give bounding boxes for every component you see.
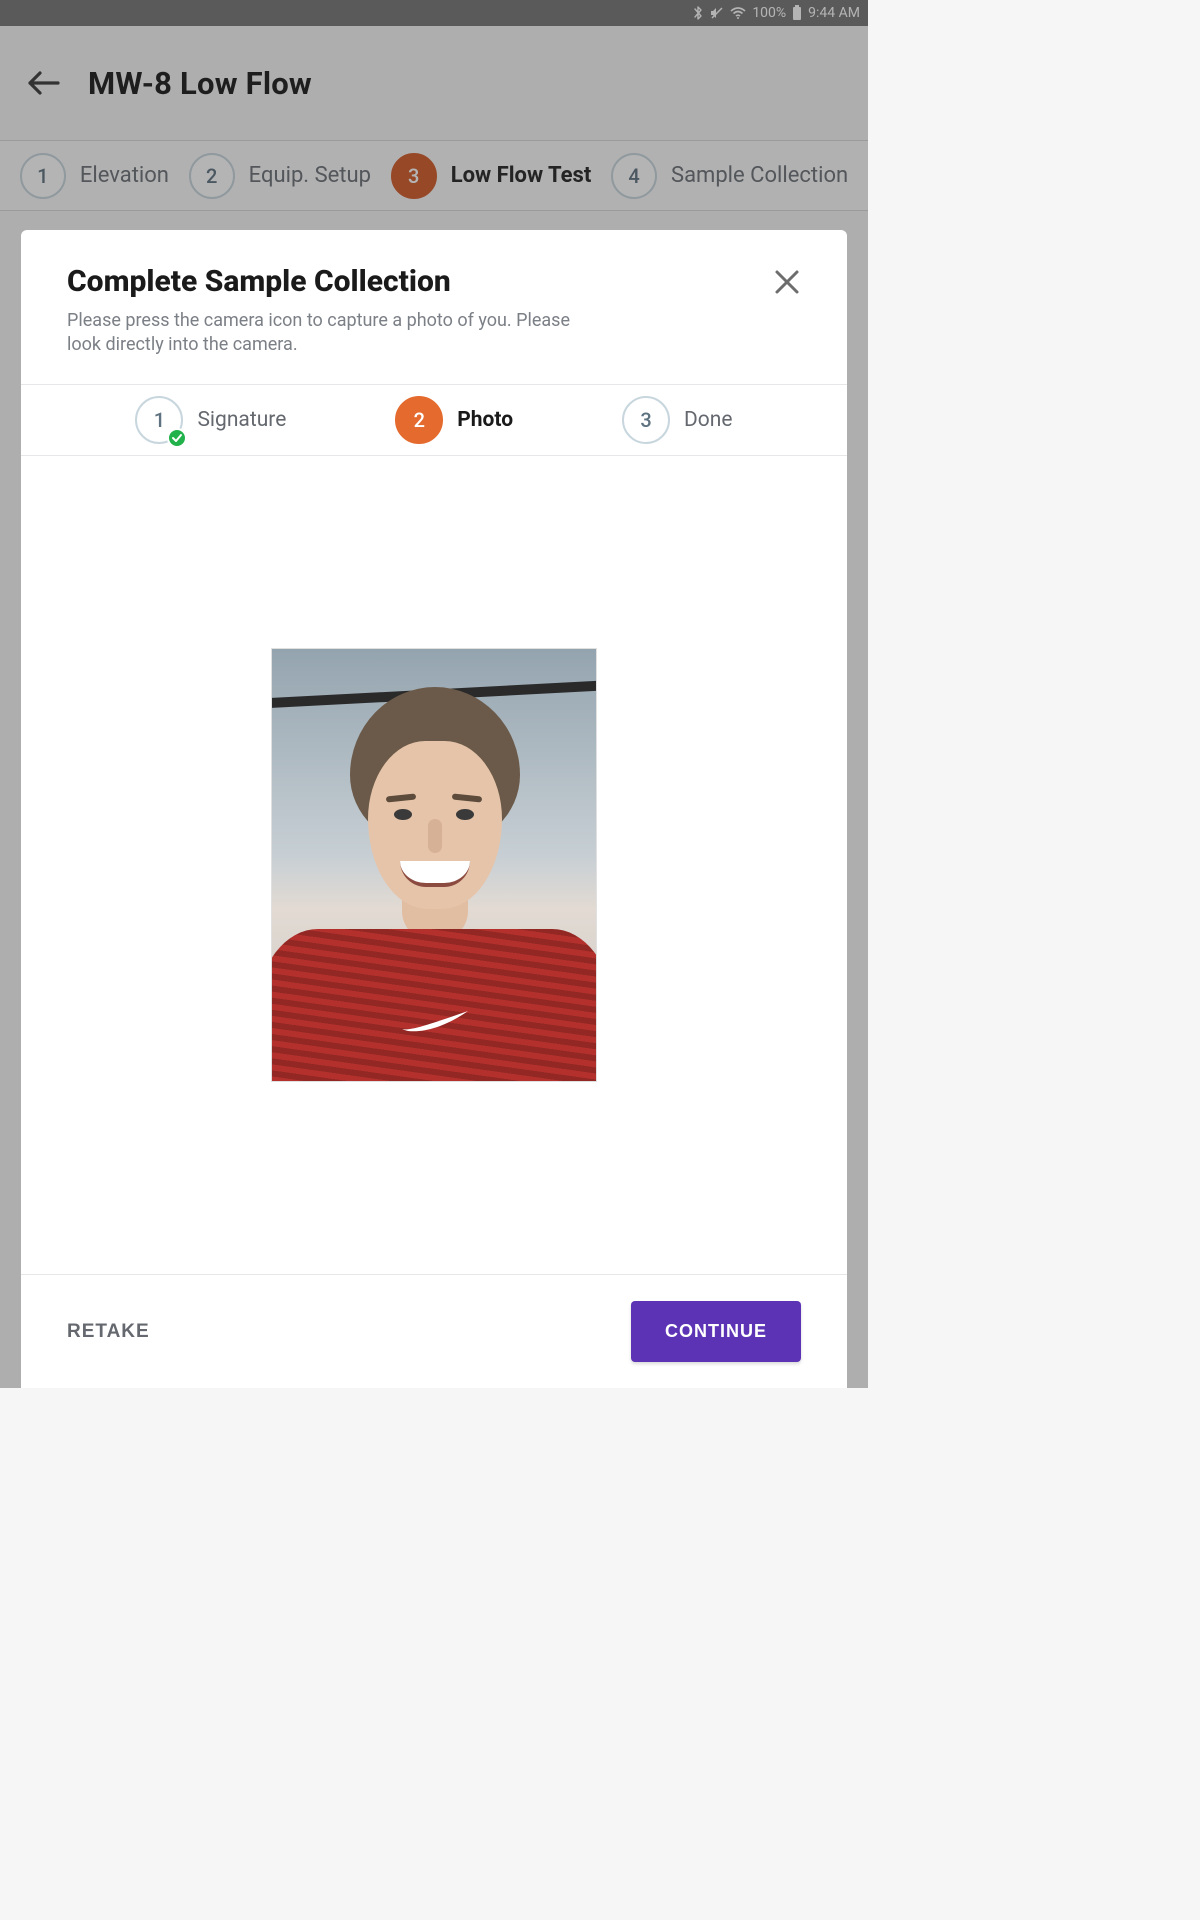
continue-button[interactable]: CONTINUE	[631, 1301, 801, 1362]
dialog-subtitle: Please press the camera icon to capture …	[67, 309, 607, 358]
dialog-step-done[interactable]: 3 Done	[622, 396, 733, 444]
step-label: Signature	[197, 408, 286, 432]
captured-photo	[271, 648, 597, 1082]
step-label: Photo	[457, 408, 513, 432]
dialog-step-photo[interactable]: 2 Photo	[395, 396, 513, 444]
step-number: 2	[395, 396, 443, 444]
dialog-footer: RETAKE CONTINUE	[21, 1274, 847, 1388]
step-complete-badge	[167, 428, 187, 448]
close-icon	[773, 268, 801, 296]
dialog-title: Complete Sample Collection	[67, 264, 607, 299]
step-number: 3	[622, 396, 670, 444]
step-label: Done	[684, 408, 733, 432]
close-button[interactable]	[773, 268, 801, 296]
dialog-step-signature[interactable]: 1 Signature	[135, 396, 286, 444]
retake-button[interactable]: RETAKE	[67, 1321, 150, 1343]
photo-area	[21, 456, 847, 1274]
sample-collection-dialog: Complete Sample Collection Please press …	[21, 230, 847, 1388]
dialog-stepper: 1 Signature 2 Photo 3 Done	[21, 384, 847, 456]
check-icon	[171, 432, 183, 444]
shirt-logo-icon	[400, 1009, 470, 1033]
